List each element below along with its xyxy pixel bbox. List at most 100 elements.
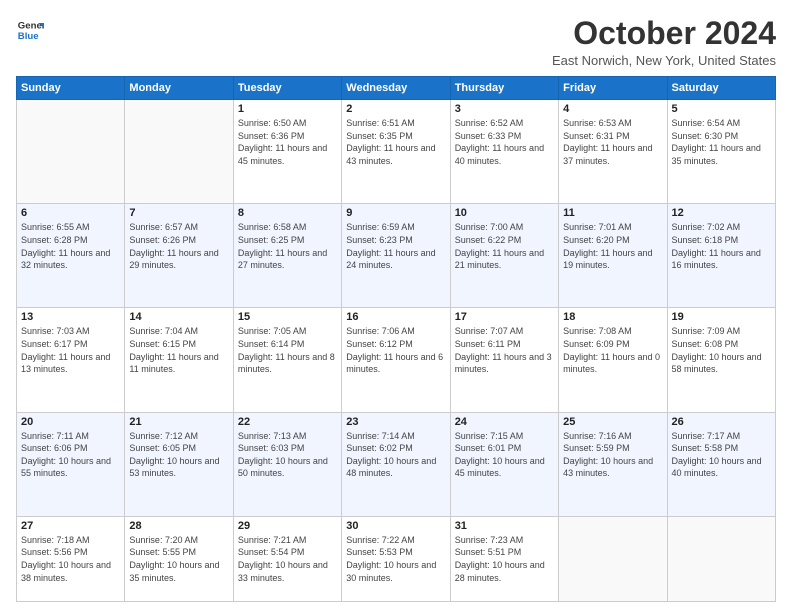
day-number: 6 — [21, 207, 120, 219]
header: General Blue October 2024 East Norwich, … — [16, 16, 776, 68]
calendar-week-row: 20 Sunrise: 7:11 AM Sunset: 6:06 PM Dayl… — [17, 412, 776, 516]
day-info: Sunrise: 7:17 AM Sunset: 5:58 PM Dayligh… — [672, 430, 771, 480]
day-number: 23 — [346, 416, 445, 428]
sunset-text: Sunset: 5:51 PM — [455, 547, 522, 557]
daylight-text: Daylight: 10 hours and 53 minutes. — [129, 456, 219, 479]
day-info: Sunrise: 7:22 AM Sunset: 5:53 PM Dayligh… — [346, 534, 445, 584]
page: General Blue October 2024 East Norwich, … — [0, 0, 792, 612]
day-number: 14 — [129, 311, 228, 323]
calendar-week-row: 13 Sunrise: 7:03 AM Sunset: 6:17 PM Dayl… — [17, 308, 776, 412]
table-row — [667, 516, 775, 601]
calendar-header-row: Sunday Monday Tuesday Wednesday Thursday… — [17, 77, 776, 100]
day-info: Sunrise: 7:04 AM Sunset: 6:15 PM Dayligh… — [129, 325, 228, 375]
day-number: 15 — [238, 311, 337, 323]
table-row: 16 Sunrise: 7:06 AM Sunset: 6:12 PM Dayl… — [342, 308, 450, 412]
title-block: October 2024 East Norwich, New York, Uni… — [552, 16, 776, 68]
day-number: 25 — [563, 416, 662, 428]
daylight-text: Daylight: 11 hours and 6 minutes. — [346, 352, 443, 375]
day-number: 12 — [672, 207, 771, 219]
table-row: 21 Sunrise: 7:12 AM Sunset: 6:05 PM Dayl… — [125, 412, 233, 516]
col-sunday: Sunday — [17, 77, 125, 100]
day-number: 26 — [672, 416, 771, 428]
day-info: Sunrise: 7:11 AM Sunset: 6:06 PM Dayligh… — [21, 430, 120, 480]
table-row: 29 Sunrise: 7:21 AM Sunset: 5:54 PM Dayl… — [233, 516, 341, 601]
day-info: Sunrise: 7:20 AM Sunset: 5:55 PM Dayligh… — [129, 534, 228, 584]
sunrise-text: Sunrise: 7:12 AM — [129, 431, 198, 441]
day-number: 5 — [672, 103, 771, 115]
day-info: Sunrise: 6:53 AM Sunset: 6:31 PM Dayligh… — [563, 117, 662, 167]
logo-icon: General Blue — [16, 16, 44, 44]
sunrise-text: Sunrise: 7:18 AM — [21, 535, 90, 545]
daylight-text: Daylight: 10 hours and 58 minutes. — [672, 352, 762, 375]
table-row: 9 Sunrise: 6:59 AM Sunset: 6:23 PM Dayli… — [342, 204, 450, 308]
subtitle: East Norwich, New York, United States — [552, 53, 776, 68]
sunrise-text: Sunrise: 7:08 AM — [563, 326, 632, 336]
daylight-text: Daylight: 11 hours and 19 minutes. — [563, 248, 652, 271]
sunset-text: Sunset: 5:56 PM — [21, 547, 88, 557]
sunset-text: Sunset: 6:11 PM — [455, 339, 521, 349]
daylight-text: Daylight: 11 hours and 29 minutes. — [129, 248, 218, 271]
daylight-text: Daylight: 11 hours and 3 minutes. — [455, 352, 552, 375]
col-tuesday: Tuesday — [233, 77, 341, 100]
col-monday: Monday — [125, 77, 233, 100]
sunrise-text: Sunrise: 7:02 AM — [672, 222, 741, 232]
sunrise-text: Sunrise: 7:16 AM — [563, 431, 632, 441]
logo: General Blue — [16, 16, 44, 44]
sunset-text: Sunset: 6:06 PM — [21, 443, 88, 453]
daylight-text: Daylight: 10 hours and 40 minutes. — [672, 456, 762, 479]
table-row: 19 Sunrise: 7:09 AM Sunset: 6:08 PM Dayl… — [667, 308, 775, 412]
table-row: 20 Sunrise: 7:11 AM Sunset: 6:06 PM Dayl… — [17, 412, 125, 516]
day-info: Sunrise: 7:06 AM Sunset: 6:12 PM Dayligh… — [346, 325, 445, 375]
daylight-text: Daylight: 11 hours and 16 minutes. — [672, 248, 761, 271]
sunset-text: Sunset: 6:05 PM — [129, 443, 196, 453]
table-row — [17, 100, 125, 204]
sunrise-text: Sunrise: 7:23 AM — [455, 535, 524, 545]
sunset-text: Sunset: 5:54 PM — [238, 547, 305, 557]
main-title: October 2024 — [552, 16, 776, 51]
sunrise-text: Sunrise: 7:07 AM — [455, 326, 524, 336]
day-info: Sunrise: 7:09 AM Sunset: 6:08 PM Dayligh… — [672, 325, 771, 375]
daylight-text: Daylight: 10 hours and 35 minutes. — [129, 560, 219, 583]
sunset-text: Sunset: 6:33 PM — [455, 131, 522, 141]
sunrise-text: Sunrise: 7:04 AM — [129, 326, 198, 336]
table-row: 27 Sunrise: 7:18 AM Sunset: 5:56 PM Dayl… — [17, 516, 125, 601]
table-row — [559, 516, 667, 601]
daylight-text: Daylight: 10 hours and 33 minutes. — [238, 560, 328, 583]
day-number: 13 — [21, 311, 120, 323]
sunset-text: Sunset: 5:59 PM — [563, 443, 630, 453]
sunrise-text: Sunrise: 7:14 AM — [346, 431, 415, 441]
sunset-text: Sunset: 6:14 PM — [238, 339, 305, 349]
day-number: 27 — [21, 520, 120, 532]
day-info: Sunrise: 7:03 AM Sunset: 6:17 PM Dayligh… — [21, 325, 120, 375]
calendar-week-row: 6 Sunrise: 6:55 AM Sunset: 6:28 PM Dayli… — [17, 204, 776, 308]
sunrise-text: Sunrise: 7:00 AM — [455, 222, 524, 232]
table-row: 30 Sunrise: 7:22 AM Sunset: 5:53 PM Dayl… — [342, 516, 450, 601]
daylight-text: Daylight: 11 hours and 40 minutes. — [455, 143, 544, 166]
table-row: 17 Sunrise: 7:07 AM Sunset: 6:11 PM Dayl… — [450, 308, 558, 412]
table-row: 31 Sunrise: 7:23 AM Sunset: 5:51 PM Dayl… — [450, 516, 558, 601]
day-info: Sunrise: 7:02 AM Sunset: 6:18 PM Dayligh… — [672, 221, 771, 271]
svg-text:Blue: Blue — [18, 31, 39, 42]
day-number: 10 — [455, 207, 554, 219]
day-info: Sunrise: 7:14 AM Sunset: 6:02 PM Dayligh… — [346, 430, 445, 480]
sunrise-text: Sunrise: 7:13 AM — [238, 431, 307, 441]
day-info: Sunrise: 7:21 AM Sunset: 5:54 PM Dayligh… — [238, 534, 337, 584]
sunrise-text: Sunrise: 7:11 AM — [21, 431, 89, 441]
sunrise-text: Sunrise: 7:15 AM — [455, 431, 524, 441]
day-info: Sunrise: 6:52 AM Sunset: 6:33 PM Dayligh… — [455, 117, 554, 167]
sunset-text: Sunset: 6:18 PM — [672, 235, 739, 245]
sunset-text: Sunset: 6:02 PM — [346, 443, 413, 453]
daylight-text: Daylight: 10 hours and 50 minutes. — [238, 456, 328, 479]
daylight-text: Daylight: 10 hours and 38 minutes. — [21, 560, 111, 583]
sunset-text: Sunset: 6:31 PM — [563, 131, 630, 141]
col-friday: Friday — [559, 77, 667, 100]
day-number: 8 — [238, 207, 337, 219]
day-number: 22 — [238, 416, 337, 428]
daylight-text: Daylight: 10 hours and 43 minutes. — [563, 456, 653, 479]
daylight-text: Daylight: 10 hours and 55 minutes. — [21, 456, 111, 479]
sunset-text: Sunset: 6:08 PM — [672, 339, 739, 349]
day-info: Sunrise: 7:15 AM Sunset: 6:01 PM Dayligh… — [455, 430, 554, 480]
day-number: 29 — [238, 520, 337, 532]
day-info: Sunrise: 6:51 AM Sunset: 6:35 PM Dayligh… — [346, 117, 445, 167]
daylight-text: Daylight: 11 hours and 27 minutes. — [238, 248, 327, 271]
